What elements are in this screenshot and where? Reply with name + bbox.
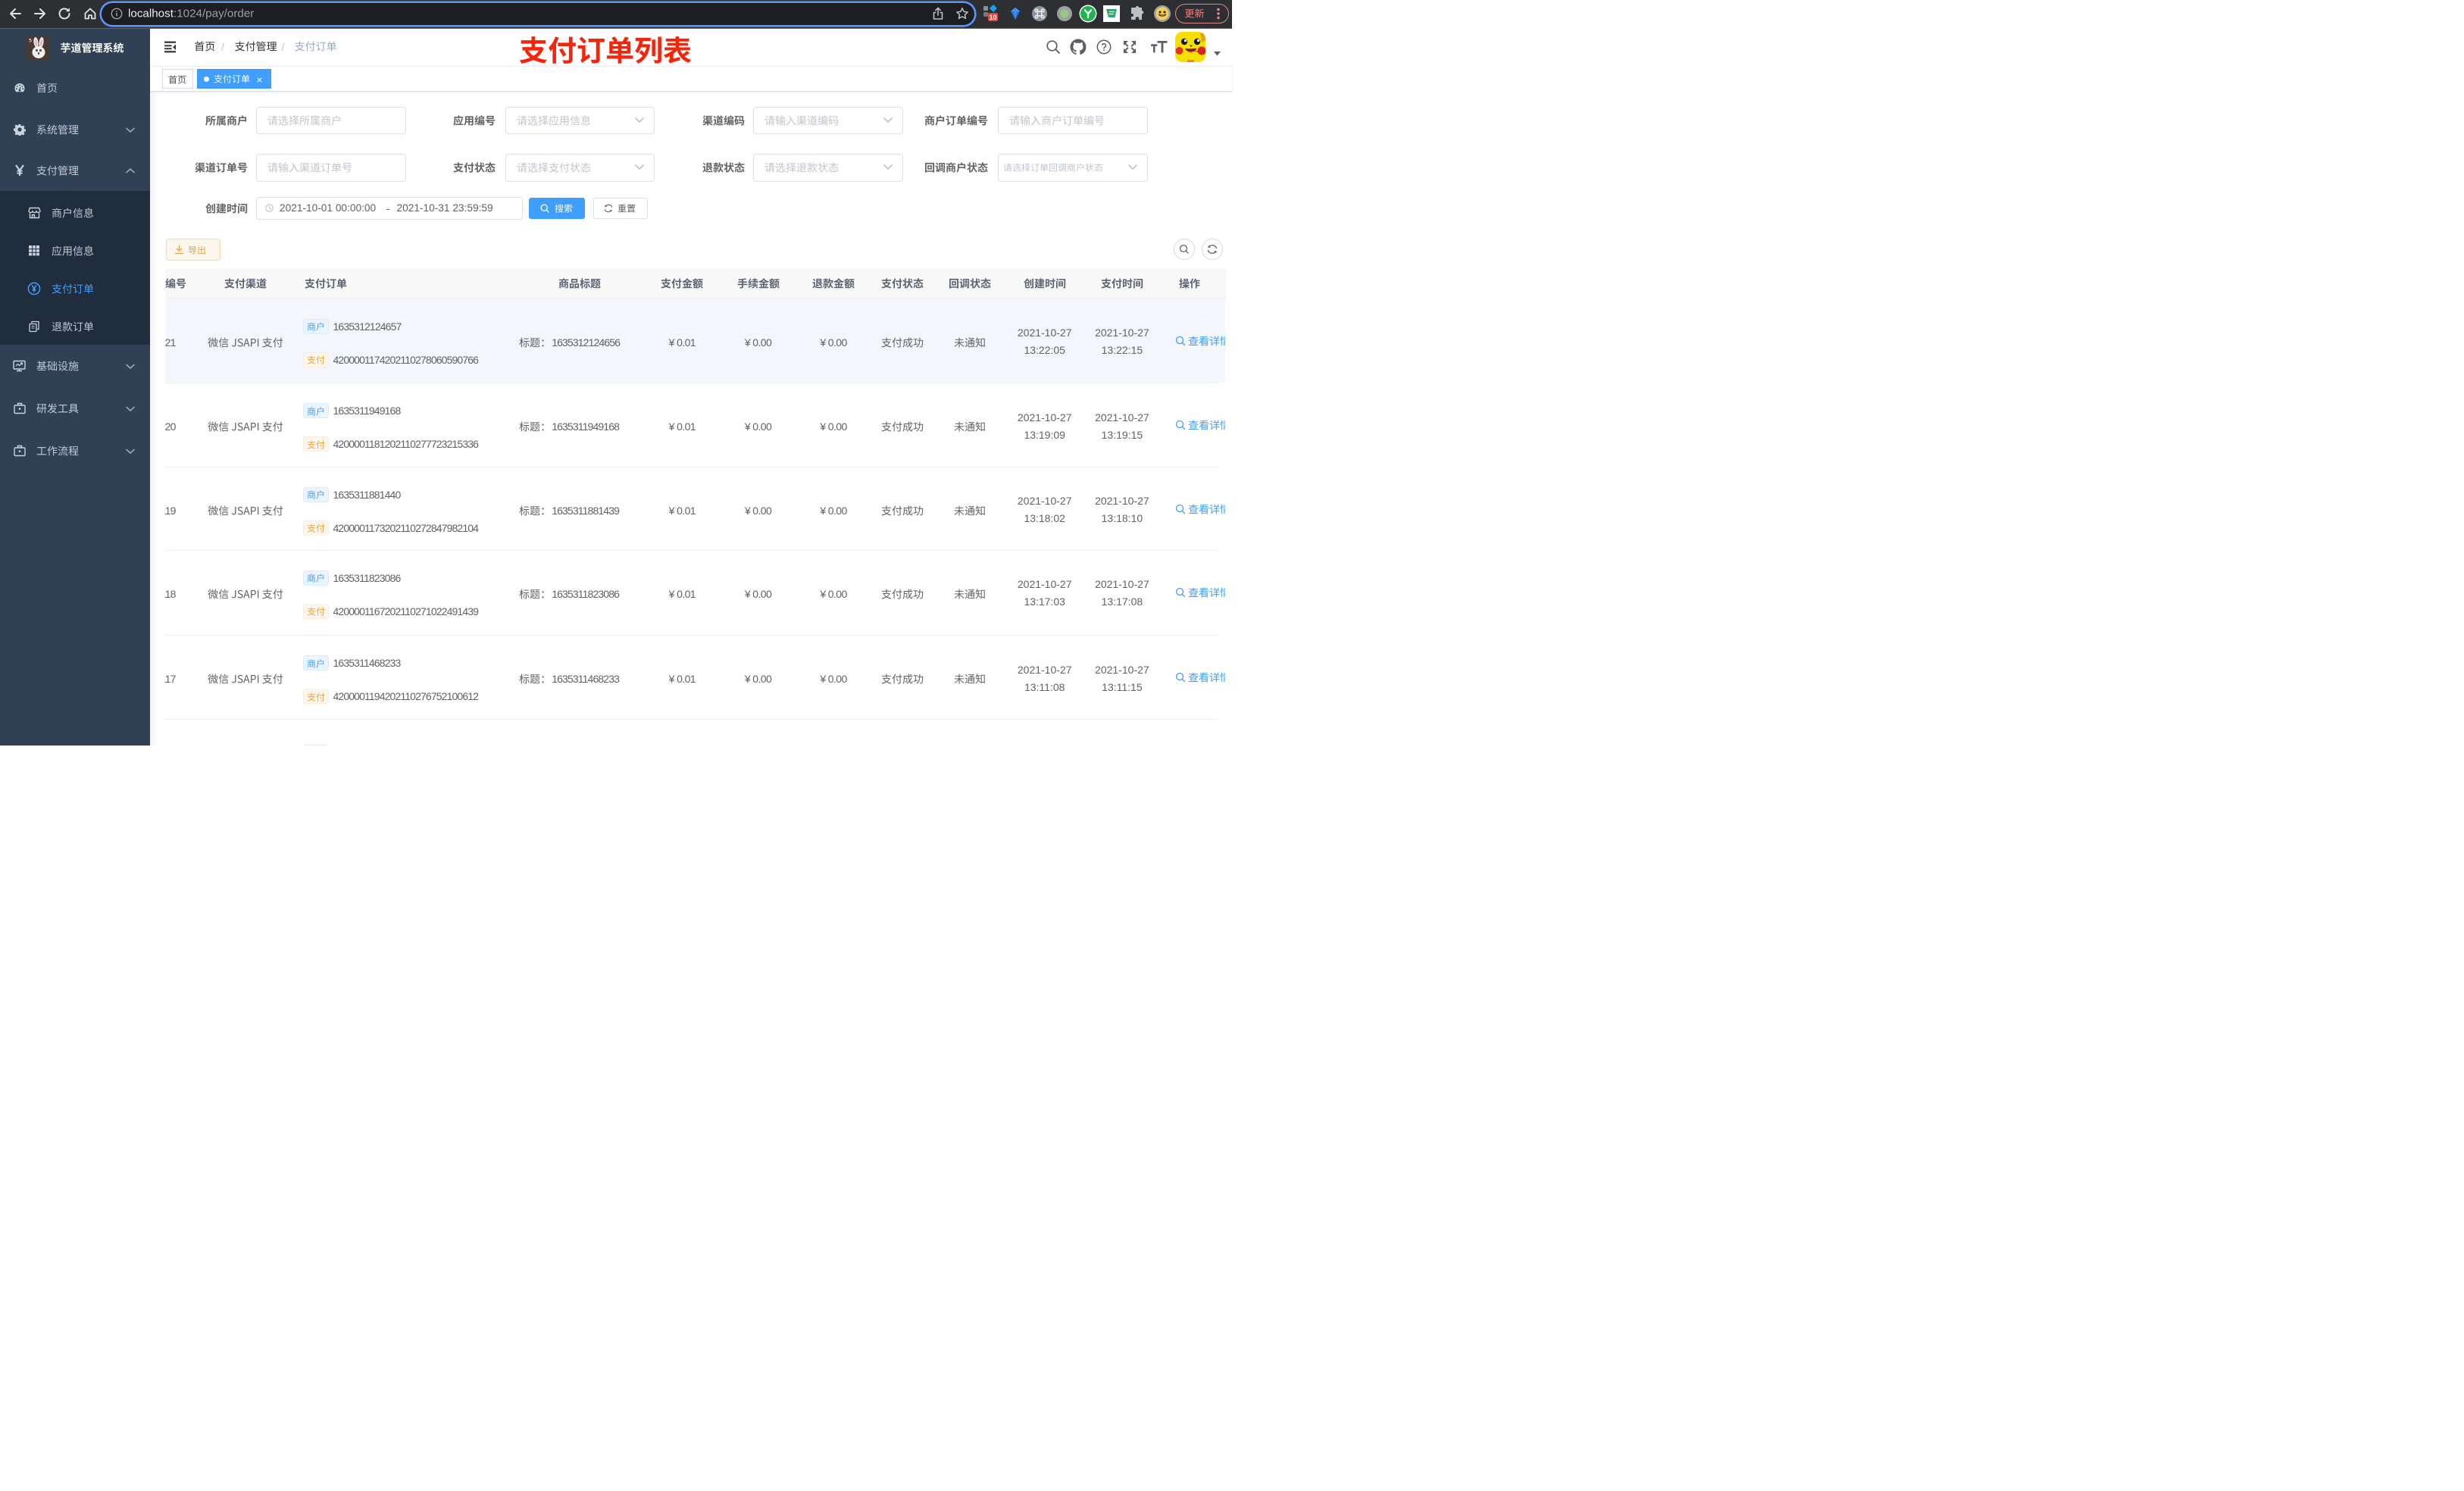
svg-text:10: 10 [989, 14, 996, 21]
